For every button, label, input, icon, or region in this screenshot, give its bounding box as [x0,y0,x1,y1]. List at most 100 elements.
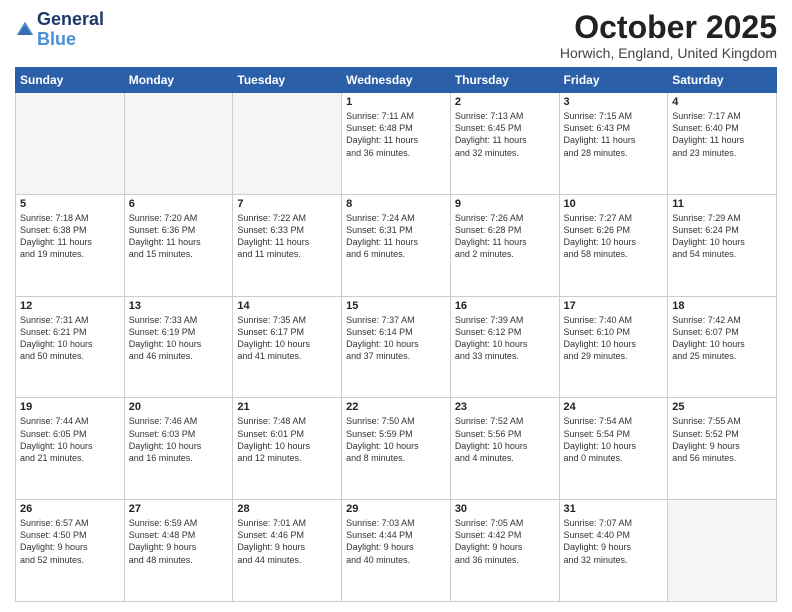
calendar-cell: 1 Sunrise: 7:11 AM Sunset: 6:48 PM Daylig… [342,93,451,195]
calendar-cell: 27Sunrise: 6:59 AM Sunset: 4:48 PM Dayli… [124,500,233,602]
day-number: 10 [564,198,664,210]
day-number: 18 [672,300,772,312]
weekday-header: Wednesday [342,68,451,93]
calendar-header-row: SundayMondayTuesdayWednesdayThursdayFrid… [16,68,777,93]
calendar-cell [124,93,233,195]
cell-daylight-text: Sunrise: 7:52 AM Sunset: 5:56 PM Dayligh… [455,415,555,464]
day-number: 15 [346,300,446,312]
cell-daylight-text: Sunrise: 7:15 AM Sunset: 6:43 PM Dayligh… [564,110,664,159]
cell-daylight-text: Sunrise: 7:24 AM Sunset: 6:31 PM Dayligh… [346,212,446,261]
title-block: October 2025 Horwich, England, United Ki… [560,10,777,61]
cell-daylight-text: Sunrise: 7:20 AM Sunset: 6:36 PM Dayligh… [129,212,229,261]
cell-daylight-text: Sunrise: 7:50 AM Sunset: 5:59 PM Dayligh… [346,415,446,464]
day-number: 21 [237,401,337,413]
calendar-cell: 23 Sunrise: 7:52 AM Sunset: 5:56 PM Dayli… [450,398,559,500]
calendar-cell [16,93,125,195]
cell-daylight-text: Sunrise: 7:39 AM Sunset: 6:12 PM Dayligh… [455,314,555,363]
calendar-row: 12 Sunrise: 7:31 AM Sunset: 6:21 PM Dayli… [16,296,777,398]
calendar-cell: 25 Sunrise: 7:55 AM Sunset: 5:52 PM Dayli… [668,398,777,500]
cell-daylight-text: Sunrise: 7:11 AM Sunset: 6:48 PM Dayligh… [346,110,446,159]
day-number: 20 [129,401,229,413]
cell-daylight-text: Sunrise: 7:13 AM Sunset: 6:45 PM Dayligh… [455,110,555,159]
calendar-cell: 4Sunrise: 7:17 AM Sunset: 6:40 PM Daylig… [668,93,777,195]
calendar-cell: 17 Sunrise: 7:40 AM Sunset: 6:10 PM Dayli… [559,296,668,398]
cell-daylight-text: Sunrise: 7:48 AM Sunset: 6:01 PM Dayligh… [237,415,337,464]
day-number: 8 [346,198,446,210]
calendar-table: SundayMondayTuesdayWednesdayThursdayFrid… [15,67,777,602]
weekday-header: Thursday [450,68,559,93]
calendar-row: 19Sunrise: 7:44 AM Sunset: 6:05 PM Dayli… [16,398,777,500]
cell-daylight-text: Sunrise: 7:26 AM Sunset: 6:28 PM Dayligh… [455,212,555,261]
calendar-cell: 2 Sunrise: 7:13 AM Sunset: 6:45 PM Daylig… [450,93,559,195]
day-number: 4 [672,96,772,108]
day-number: 7 [237,198,337,210]
page: General Blue October 2025 Horwich, Engla… [0,0,792,612]
day-number: 30 [455,503,555,515]
weekday-header: Tuesday [233,68,342,93]
day-number: 2 [455,96,555,108]
cell-daylight-text: Sunrise: 7:55 AM Sunset: 5:52 PM Dayligh… [672,415,772,464]
day-number: 16 [455,300,555,312]
cell-daylight-text: Sunrise: 7:31 AM Sunset: 6:21 PM Dayligh… [20,314,120,363]
weekday-header: Sunday [16,68,125,93]
calendar-cell: 7 Sunrise: 7:22 AM Sunset: 6:33 PM Daylig… [233,194,342,296]
calendar-cell [233,93,342,195]
weekday-header: Saturday [668,68,777,93]
calendar-cell: 14 Sunrise: 7:35 AM Sunset: 6:17 PM Dayli… [233,296,342,398]
calendar-cell: 22Sunrise: 7:50 AM Sunset: 5:59 PM Dayli… [342,398,451,500]
header: General Blue October 2025 Horwich, Engla… [15,10,777,61]
calendar-cell: 18 Sunrise: 7:42 AM Sunset: 6:07 PM Dayli… [668,296,777,398]
calendar-row: 26 Sunrise: 6:57 AM Sunset: 4:50 PM Dayli… [16,500,777,602]
day-number: 24 [564,401,664,413]
day-number: 26 [20,503,120,515]
logo-text: General Blue [37,10,104,50]
cell-daylight-text: Sunrise: 7:35 AM Sunset: 6:17 PM Dayligh… [237,314,337,363]
calendar-cell: 28 Sunrise: 7:01 AM Sunset: 4:46 PM Dayli… [233,500,342,602]
day-number: 9 [455,198,555,210]
cell-daylight-text: Sunrise: 7:44 AM Sunset: 6:05 PM Dayligh… [20,415,120,464]
cell-daylight-text: Sunrise: 7:42 AM Sunset: 6:07 PM Dayligh… [672,314,772,363]
calendar-cell: 20Sunrise: 7:46 AM Sunset: 6:03 PM Dayli… [124,398,233,500]
calendar-row: 5 Sunrise: 7:18 AM Sunset: 6:38 PM Daylig… [16,194,777,296]
calendar-cell: 3 Sunrise: 7:15 AM Sunset: 6:43 PM Daylig… [559,93,668,195]
cell-daylight-text: Sunrise: 7:18 AM Sunset: 6:38 PM Dayligh… [20,212,120,261]
calendar-cell: 26 Sunrise: 6:57 AM Sunset: 4:50 PM Dayli… [16,500,125,602]
cell-daylight-text: Sunrise: 7:01 AM Sunset: 4:46 PM Dayligh… [237,517,337,566]
day-number: 31 [564,503,664,515]
calendar-cell: 15 Sunrise: 7:37 AM Sunset: 6:14 PM Dayli… [342,296,451,398]
day-number: 3 [564,96,664,108]
cell-daylight-text: Sunrise: 6:57 AM Sunset: 4:50 PM Dayligh… [20,517,120,566]
calendar-cell: 16 Sunrise: 7:39 AM Sunset: 6:12 PM Dayli… [450,296,559,398]
day-number: 27 [129,503,229,515]
cell-daylight-text: Sunrise: 7:40 AM Sunset: 6:10 PM Dayligh… [564,314,664,363]
cell-daylight-text: Sunrise: 7:33 AM Sunset: 6:19 PM Dayligh… [129,314,229,363]
logo-icon [15,20,35,40]
day-number: 5 [20,198,120,210]
month-title: October 2025 [560,10,777,45]
calendar-cell: 19Sunrise: 7:44 AM Sunset: 6:05 PM Dayli… [16,398,125,500]
day-number: 17 [564,300,664,312]
day-number: 14 [237,300,337,312]
cell-daylight-text: Sunrise: 7:37 AM Sunset: 6:14 PM Dayligh… [346,314,446,363]
weekday-header: Friday [559,68,668,93]
calendar-cell: 24 Sunrise: 7:54 AM Sunset: 5:54 PM Dayli… [559,398,668,500]
cell-daylight-text: Sunrise: 7:27 AM Sunset: 6:26 PM Dayligh… [564,212,664,261]
cell-daylight-text: Sunrise: 7:07 AM Sunset: 4:40 PM Dayligh… [564,517,664,566]
cell-daylight-text: Sunrise: 7:54 AM Sunset: 5:54 PM Dayligh… [564,415,664,464]
calendar-cell: 5 Sunrise: 7:18 AM Sunset: 6:38 PM Daylig… [16,194,125,296]
day-number: 23 [455,401,555,413]
day-number: 1 [346,96,446,108]
cell-daylight-text: Sunrise: 7:03 AM Sunset: 4:44 PM Dayligh… [346,517,446,566]
calendar-cell: 10 Sunrise: 7:27 AM Sunset: 6:26 PM Dayli… [559,194,668,296]
day-number: 28 [237,503,337,515]
calendar-cell: 31 Sunrise: 7:07 AM Sunset: 4:40 PM Dayli… [559,500,668,602]
calendar-cell: 21 Sunrise: 7:48 AM Sunset: 6:01 PM Dayli… [233,398,342,500]
cell-daylight-text: Sunrise: 7:22 AM Sunset: 6:33 PM Dayligh… [237,212,337,261]
day-number: 12 [20,300,120,312]
cell-daylight-text: Sunrise: 7:29 AM Sunset: 6:24 PM Dayligh… [672,212,772,261]
location: Horwich, England, United Kingdom [560,45,777,61]
calendar-cell: 12 Sunrise: 7:31 AM Sunset: 6:21 PM Dayli… [16,296,125,398]
day-number: 25 [672,401,772,413]
day-number: 13 [129,300,229,312]
logo: General Blue [15,10,104,50]
